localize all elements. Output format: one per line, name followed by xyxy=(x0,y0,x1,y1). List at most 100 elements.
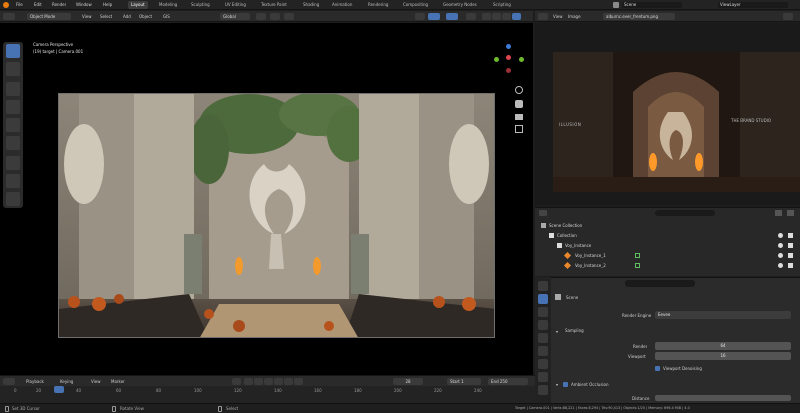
y-axis-positive-icon[interactable] xyxy=(519,57,524,62)
pin-icon[interactable] xyxy=(783,13,793,20)
timeline-menu-keying[interactable]: Keying xyxy=(60,379,73,384)
outliner-search-input[interactable] xyxy=(655,210,715,216)
timeline-menu-marker[interactable]: Marker xyxy=(111,379,125,384)
current-frame-field[interactable]: 28 xyxy=(393,378,423,385)
shading-wireframe-icon[interactable] xyxy=(482,13,491,20)
new-collection-icon[interactable] xyxy=(787,210,794,216)
render-camera-icon[interactable] xyxy=(788,263,793,268)
timeline-track[interactable]: 0 20 40 60 80 100 120 140 160 180 200 22… xyxy=(0,386,535,403)
outliner-row-voy-instance[interactable]: Voy_Instance xyxy=(535,241,800,250)
move-tool-icon[interactable] xyxy=(6,82,20,96)
jump-end-icon[interactable] xyxy=(294,378,303,385)
menu-help[interactable]: Help xyxy=(103,2,112,7)
image-menu-view[interactable]: View xyxy=(553,14,563,19)
select-box-tool-icon[interactable] xyxy=(6,44,20,58)
outliner-row-voy-instance-2[interactable]: Voy_Instance_2 xyxy=(535,261,800,270)
render-engine-selector[interactable]: Eevee xyxy=(655,311,791,319)
jump-start-icon[interactable] xyxy=(244,378,253,385)
tab-animation[interactable]: Animation xyxy=(329,1,355,9)
perspective-toggle-icon[interactable] xyxy=(515,125,523,133)
viewport-samples-field[interactable]: 16 xyxy=(655,352,791,360)
menu-render[interactable]: Render xyxy=(52,2,66,7)
material-tab-icon[interactable] xyxy=(538,385,548,395)
record-icon[interactable] xyxy=(232,378,241,385)
playhead[interactable] xyxy=(54,386,64,393)
visibility-eye-icon[interactable] xyxy=(778,263,783,268)
menu-window[interactable]: Window xyxy=(76,2,92,7)
render-tab-icon[interactable] xyxy=(538,294,548,304)
outliner-row-collection[interactable]: Collection xyxy=(535,231,800,240)
outliner-row-voy-instance-1[interactable]: Voy_Instance_1 xyxy=(535,251,800,260)
viewport-denoising-checkbox[interactable] xyxy=(655,366,660,371)
object-tab-icon[interactable] xyxy=(538,359,548,369)
xray-icon[interactable] xyxy=(466,13,476,20)
play-icon[interactable] xyxy=(274,378,283,385)
z-axis-negative-icon[interactable] xyxy=(506,68,511,73)
tab-modeling[interactable]: Modeling xyxy=(156,1,180,9)
tab-texture-paint[interactable]: Texture Paint xyxy=(258,1,290,9)
transform-tool-icon[interactable] xyxy=(6,136,20,150)
filter-icon[interactable] xyxy=(775,210,782,216)
scene-tab-icon[interactable] xyxy=(538,333,548,343)
tab-geometry-nodes[interactable]: Geometry Nodes xyxy=(440,1,480,9)
menu-file[interactable]: File xyxy=(16,2,23,7)
transform-orientation-selector[interactable]: Global xyxy=(220,13,250,20)
gizmo-toggle-icon[interactable] xyxy=(428,13,440,20)
menu-object[interactable]: Object xyxy=(139,14,152,19)
play-reverse-icon[interactable] xyxy=(264,378,273,385)
world-tab-icon[interactable] xyxy=(538,346,548,356)
tab-layout[interactable]: Layout xyxy=(128,1,148,9)
next-keyframe-icon[interactable] xyxy=(284,378,293,385)
timeline-menu-playback[interactable]: Playback xyxy=(26,379,44,384)
tab-uv-editing[interactable]: UV Editing xyxy=(222,1,249,9)
shading-material-icon[interactable] xyxy=(502,13,511,20)
visibility-eye-icon[interactable] xyxy=(778,243,783,248)
tool-tab-icon[interactable] xyxy=(538,281,548,291)
start-frame-field[interactable]: Start 1 xyxy=(447,378,481,385)
pan-view-icon[interactable] xyxy=(515,100,523,108)
ao-chevron-right-icon[interactable]: ▾ xyxy=(556,382,558,387)
visibility-eye-icon[interactable] xyxy=(778,253,783,258)
properties-search-input[interactable] xyxy=(625,280,695,287)
outliner-type-icon[interactable] xyxy=(539,210,547,216)
tab-sculpting[interactable]: Sculpting xyxy=(188,1,213,9)
proportional-edit-icon[interactable] xyxy=(284,13,294,20)
render-camera-icon[interactable] xyxy=(788,253,793,258)
tab-shading[interactable]: Shading xyxy=(300,1,322,9)
navigation-gizmo[interactable] xyxy=(494,44,524,74)
tab-scripting[interactable]: Scripting xyxy=(490,1,514,9)
modifier-tab-icon[interactable] xyxy=(538,372,548,382)
ambient-occlusion-checkbox[interactable] xyxy=(563,382,568,387)
scale-tool-icon[interactable] xyxy=(6,118,20,132)
scene-selector[interactable]: Scene xyxy=(622,2,682,8)
y-axis-icon[interactable] xyxy=(494,57,499,62)
outliner-row-scene-collection[interactable]: Scene Collection xyxy=(535,221,800,230)
rotate-tool-icon[interactable] xyxy=(6,100,20,114)
snap-icon[interactable] xyxy=(270,13,280,20)
ambient-occlusion-panel-header[interactable]: Ambient Occlusion xyxy=(571,382,609,387)
timeline-menu-view[interactable]: View xyxy=(91,379,101,384)
pivot-icon[interactable] xyxy=(256,13,266,20)
blender-logo-icon[interactable] xyxy=(3,2,9,8)
render-camera-icon[interactable] xyxy=(788,233,793,238)
view-layer-selector[interactable]: ViewLayer xyxy=(718,2,788,8)
distance-field[interactable] xyxy=(655,395,791,401)
visibility-eye-icon[interactable] xyxy=(778,233,783,238)
zoom-view-icon[interactable] xyxy=(515,86,523,94)
prev-keyframe-icon[interactable] xyxy=(254,378,263,385)
menu-view[interactable]: View xyxy=(82,14,92,19)
add-cube-tool-icon[interactable] xyxy=(6,192,20,206)
shading-rendered-icon[interactable] xyxy=(512,13,521,20)
tab-compositing[interactable]: Compositing xyxy=(400,1,431,9)
camera-view-icon[interactable] xyxy=(515,114,523,120)
measure-tool-icon[interactable] xyxy=(6,174,20,188)
output-tab-icon[interactable] xyxy=(538,307,548,317)
menu-select[interactable]: Select xyxy=(100,14,112,19)
render-camera-icon[interactable] xyxy=(788,243,793,248)
editor-type-icon[interactable] xyxy=(3,13,15,20)
image-menu-image[interactable]: Image xyxy=(568,14,581,19)
image-editor-type-icon[interactable] xyxy=(538,13,548,20)
z-axis-icon[interactable] xyxy=(506,44,511,49)
render-samples-field[interactable]: 64 xyxy=(655,342,791,350)
mode-selector[interactable]: Object Mode xyxy=(27,13,71,20)
